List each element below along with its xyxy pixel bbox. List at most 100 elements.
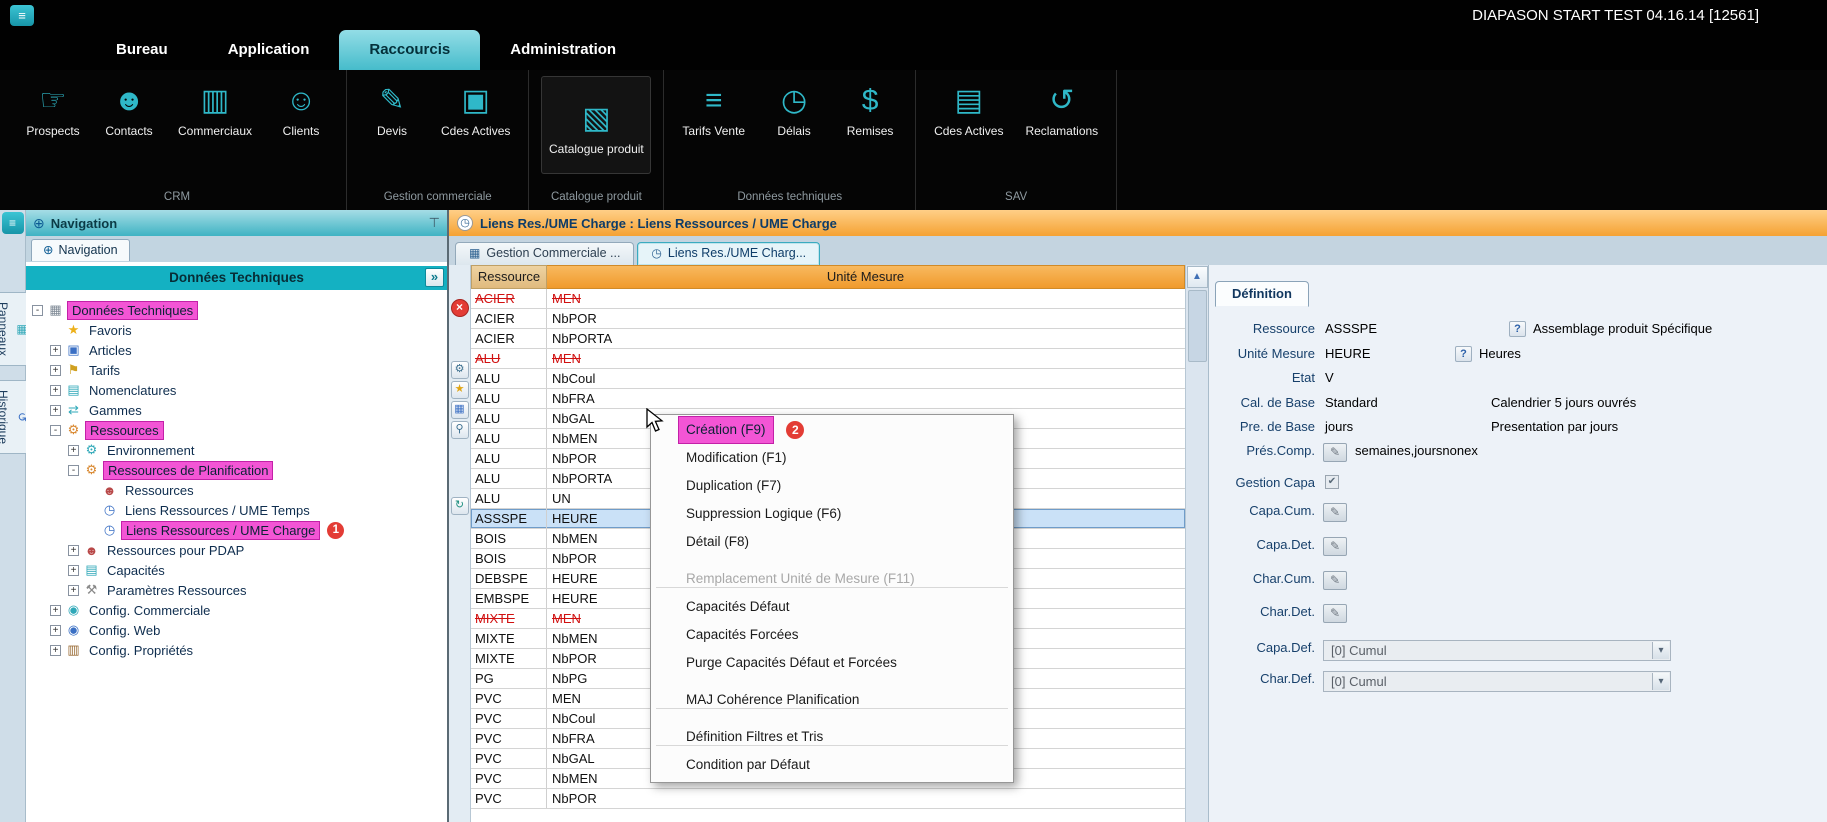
edit-icon[interactable]: ✎ [1323, 503, 1347, 522]
expander-icon[interactable]: + [50, 405, 61, 416]
column-header-unite-mesure[interactable]: Unité Mesure [547, 265, 1185, 289]
search-icon[interactable]: ⚲ [451, 421, 469, 439]
context-menu-item[interactable]: Purge Capacités Défaut et Forcées [651, 650, 1013, 678]
gestion-capa-checkbox[interactable]: ✔ [1325, 475, 1339, 489]
pre-value[interactable]: jours [1325, 419, 1353, 434]
expander-icon[interactable]: + [50, 345, 61, 356]
tree-item[interactable]: + ⚙ Environnement [26, 440, 447, 460]
ribbon-button[interactable]: ↺ Reclamations [1019, 76, 1104, 139]
etat-value[interactable]: V [1325, 370, 1334, 385]
scrollbar-thumb[interactable] [1188, 290, 1207, 362]
expander-icon[interactable]: + [68, 585, 79, 596]
column-header-ressource[interactable]: Ressource [471, 265, 547, 289]
refresh-icon[interactable]: ↻ [451, 497, 469, 515]
chevron-down-icon[interactable]: ▾ [1652, 673, 1669, 690]
expander-icon[interactable]: + [50, 645, 61, 656]
context-menu-item[interactable]: Capacités Défaut [651, 594, 1013, 622]
ribbon-button[interactable]: ▤ Cdes Actives [928, 76, 1009, 139]
ribbon-button[interactable]: ☺ Clients [268, 76, 334, 139]
menu-tab[interactable]: Bureau [86, 30, 198, 70]
expander-icon[interactable]: + [68, 445, 79, 456]
expander-icon[interactable]: - [50, 425, 61, 436]
context-menu-item[interactable]: MAJ Cohérence Planification [651, 687, 1013, 715]
expander-icon[interactable]: + [50, 365, 61, 376]
context-menu-item[interactable]: Détail (F8) [651, 529, 1013, 557]
menu-tab[interactable]: Administration [480, 30, 646, 70]
ribbon-button[interactable]: ▧ Catalogue produit [541, 76, 651, 174]
tree-item[interactable]: + ⚒ Paramètres Ressources [26, 580, 447, 600]
context-menu-item[interactable]: Capacités Forcées [651, 622, 1013, 650]
document-tab[interactable]: ▦ Gestion Commerciale ... [455, 242, 634, 265]
expander-icon[interactable]: - [68, 465, 79, 476]
document-tab[interactable]: ◷ Liens Res./UME Charg... [637, 242, 820, 265]
table-row[interactable]: ACIER NbPORTA [471, 329, 1185, 349]
table-row[interactable]: ALU MEN [471, 349, 1185, 369]
tree-item[interactable]: ◷ Liens Ressources / UME Charge 1 [26, 520, 447, 540]
char-def-dropdown[interactable]: [0] Cumul ▾ [1323, 671, 1671, 692]
app-mini-icon[interactable]: ≡ [2, 212, 24, 234]
help-icon[interactable]: ? [1455, 346, 1472, 362]
ribbon-button[interactable]: ≡ Tarifs Vente [676, 76, 751, 139]
expander-icon[interactable]: + [68, 545, 79, 556]
settings-icon[interactable]: ⚙ [451, 361, 469, 379]
unite-value[interactable]: HEURE [1325, 346, 1371, 361]
expander-icon[interactable]: + [68, 565, 79, 576]
table-row[interactable]: ACIER MEN [471, 289, 1185, 309]
context-menu-item[interactable]: Création (F9) 2 [651, 417, 1013, 445]
tree-item[interactable]: + ▤ Capacités [26, 560, 447, 580]
edit-icon[interactable]: ✎ [1323, 571, 1347, 590]
context-menu-item[interactable]: Modification (F1) [651, 445, 1013, 473]
ribbon-button[interactable]: ☞ Prospects [20, 76, 86, 139]
menu-tab[interactable]: Raccourcis [339, 30, 480, 70]
collapse-panel-button[interactable]: » [425, 268, 444, 287]
tree-item[interactable]: ☻ Ressources [26, 480, 447, 500]
edit-icon[interactable]: ✎ [1323, 604, 1347, 623]
help-icon[interactable]: ? [1509, 321, 1526, 337]
tree-item[interactable]: + ▥ Config. Propriétés [26, 640, 447, 660]
context-menu-item[interactable]: Duplication (F7) [651, 473, 1013, 501]
expander-icon[interactable] [86, 485, 97, 496]
table-row[interactable]: ACIER NbPOR [471, 309, 1185, 329]
menu-tab[interactable]: Application [198, 30, 340, 70]
ribbon-button[interactable]: ✎ Devis [359, 76, 425, 139]
expander-icon[interactable]: + [50, 385, 61, 396]
table-row[interactable]: ALU NbFRA [471, 389, 1185, 409]
tree-item[interactable]: ◷ Liens Ressources / UME Temps [26, 500, 447, 520]
tree-item[interactable]: + ⇄ Gammes [26, 400, 447, 420]
context-menu-item[interactable]: Définition Filtres et Tris [651, 724, 1013, 752]
tree-item[interactable]: + ☻ Ressources pour PDAP [26, 540, 447, 560]
chevron-down-icon[interactable]: ▾ [1652, 642, 1669, 659]
ribbon-button[interactable]: ▣ Cdes Actives [435, 76, 516, 139]
expander-icon[interactable]: - [32, 305, 43, 316]
tree-item[interactable]: + ▣ Articles [26, 340, 447, 360]
tree-item[interactable]: - ⚙ Ressources [26, 420, 447, 440]
expander-icon[interactable]: + [50, 605, 61, 616]
image-icon[interactable]: ▦ [451, 401, 469, 419]
edit-icon[interactable]: ✎ [1323, 537, 1347, 556]
ressource-value[interactable]: ASSSPE [1325, 321, 1377, 336]
favorite-icon[interactable]: ★ [451, 381, 469, 399]
context-menu-item[interactable]: Suppression Logique (F6) [651, 501, 1013, 529]
cal-value[interactable]: Standard [1325, 395, 1378, 410]
expander-icon[interactable] [50, 325, 61, 336]
table-scrollbar[interactable]: ▲ [1185, 265, 1208, 822]
tree-item[interactable]: + ◉ Config. Web [26, 620, 447, 640]
tree-item[interactable]: ★ Favoris [26, 320, 447, 340]
capa-def-dropdown[interactable]: [0] Cumul ▾ [1323, 640, 1671, 661]
expander-icon[interactable] [86, 525, 97, 536]
scroll-up-icon[interactable]: ▲ [1187, 266, 1208, 288]
expander-icon[interactable]: + [50, 625, 61, 636]
app-icon[interactable]: ≡ [10, 5, 34, 26]
navigation-tab[interactable]: ⊕ Navigation [31, 239, 130, 261]
table-row[interactable]: ALU NbCoul [471, 369, 1185, 389]
ribbon-button[interactable]: ▥ Commerciaux [172, 76, 258, 139]
tree-item[interactable]: + ⚑ Tarifs [26, 360, 447, 380]
edit-icon[interactable]: ✎ [1323, 443, 1347, 462]
table-row[interactable]: PVC NbPOR [471, 789, 1185, 809]
ribbon-button[interactable]: ◷ Délais [761, 76, 827, 139]
tree-item[interactable]: - ▦ Données Techniques [26, 300, 447, 320]
tree-item[interactable]: - ⚙ Ressources de Planification [26, 460, 447, 480]
ribbon-button[interactable]: ☻ Contacts [96, 76, 162, 139]
tree-item[interactable]: + ◉ Config. Commerciale [26, 600, 447, 620]
pin-icon[interactable]: ⊤ [429, 215, 440, 231]
